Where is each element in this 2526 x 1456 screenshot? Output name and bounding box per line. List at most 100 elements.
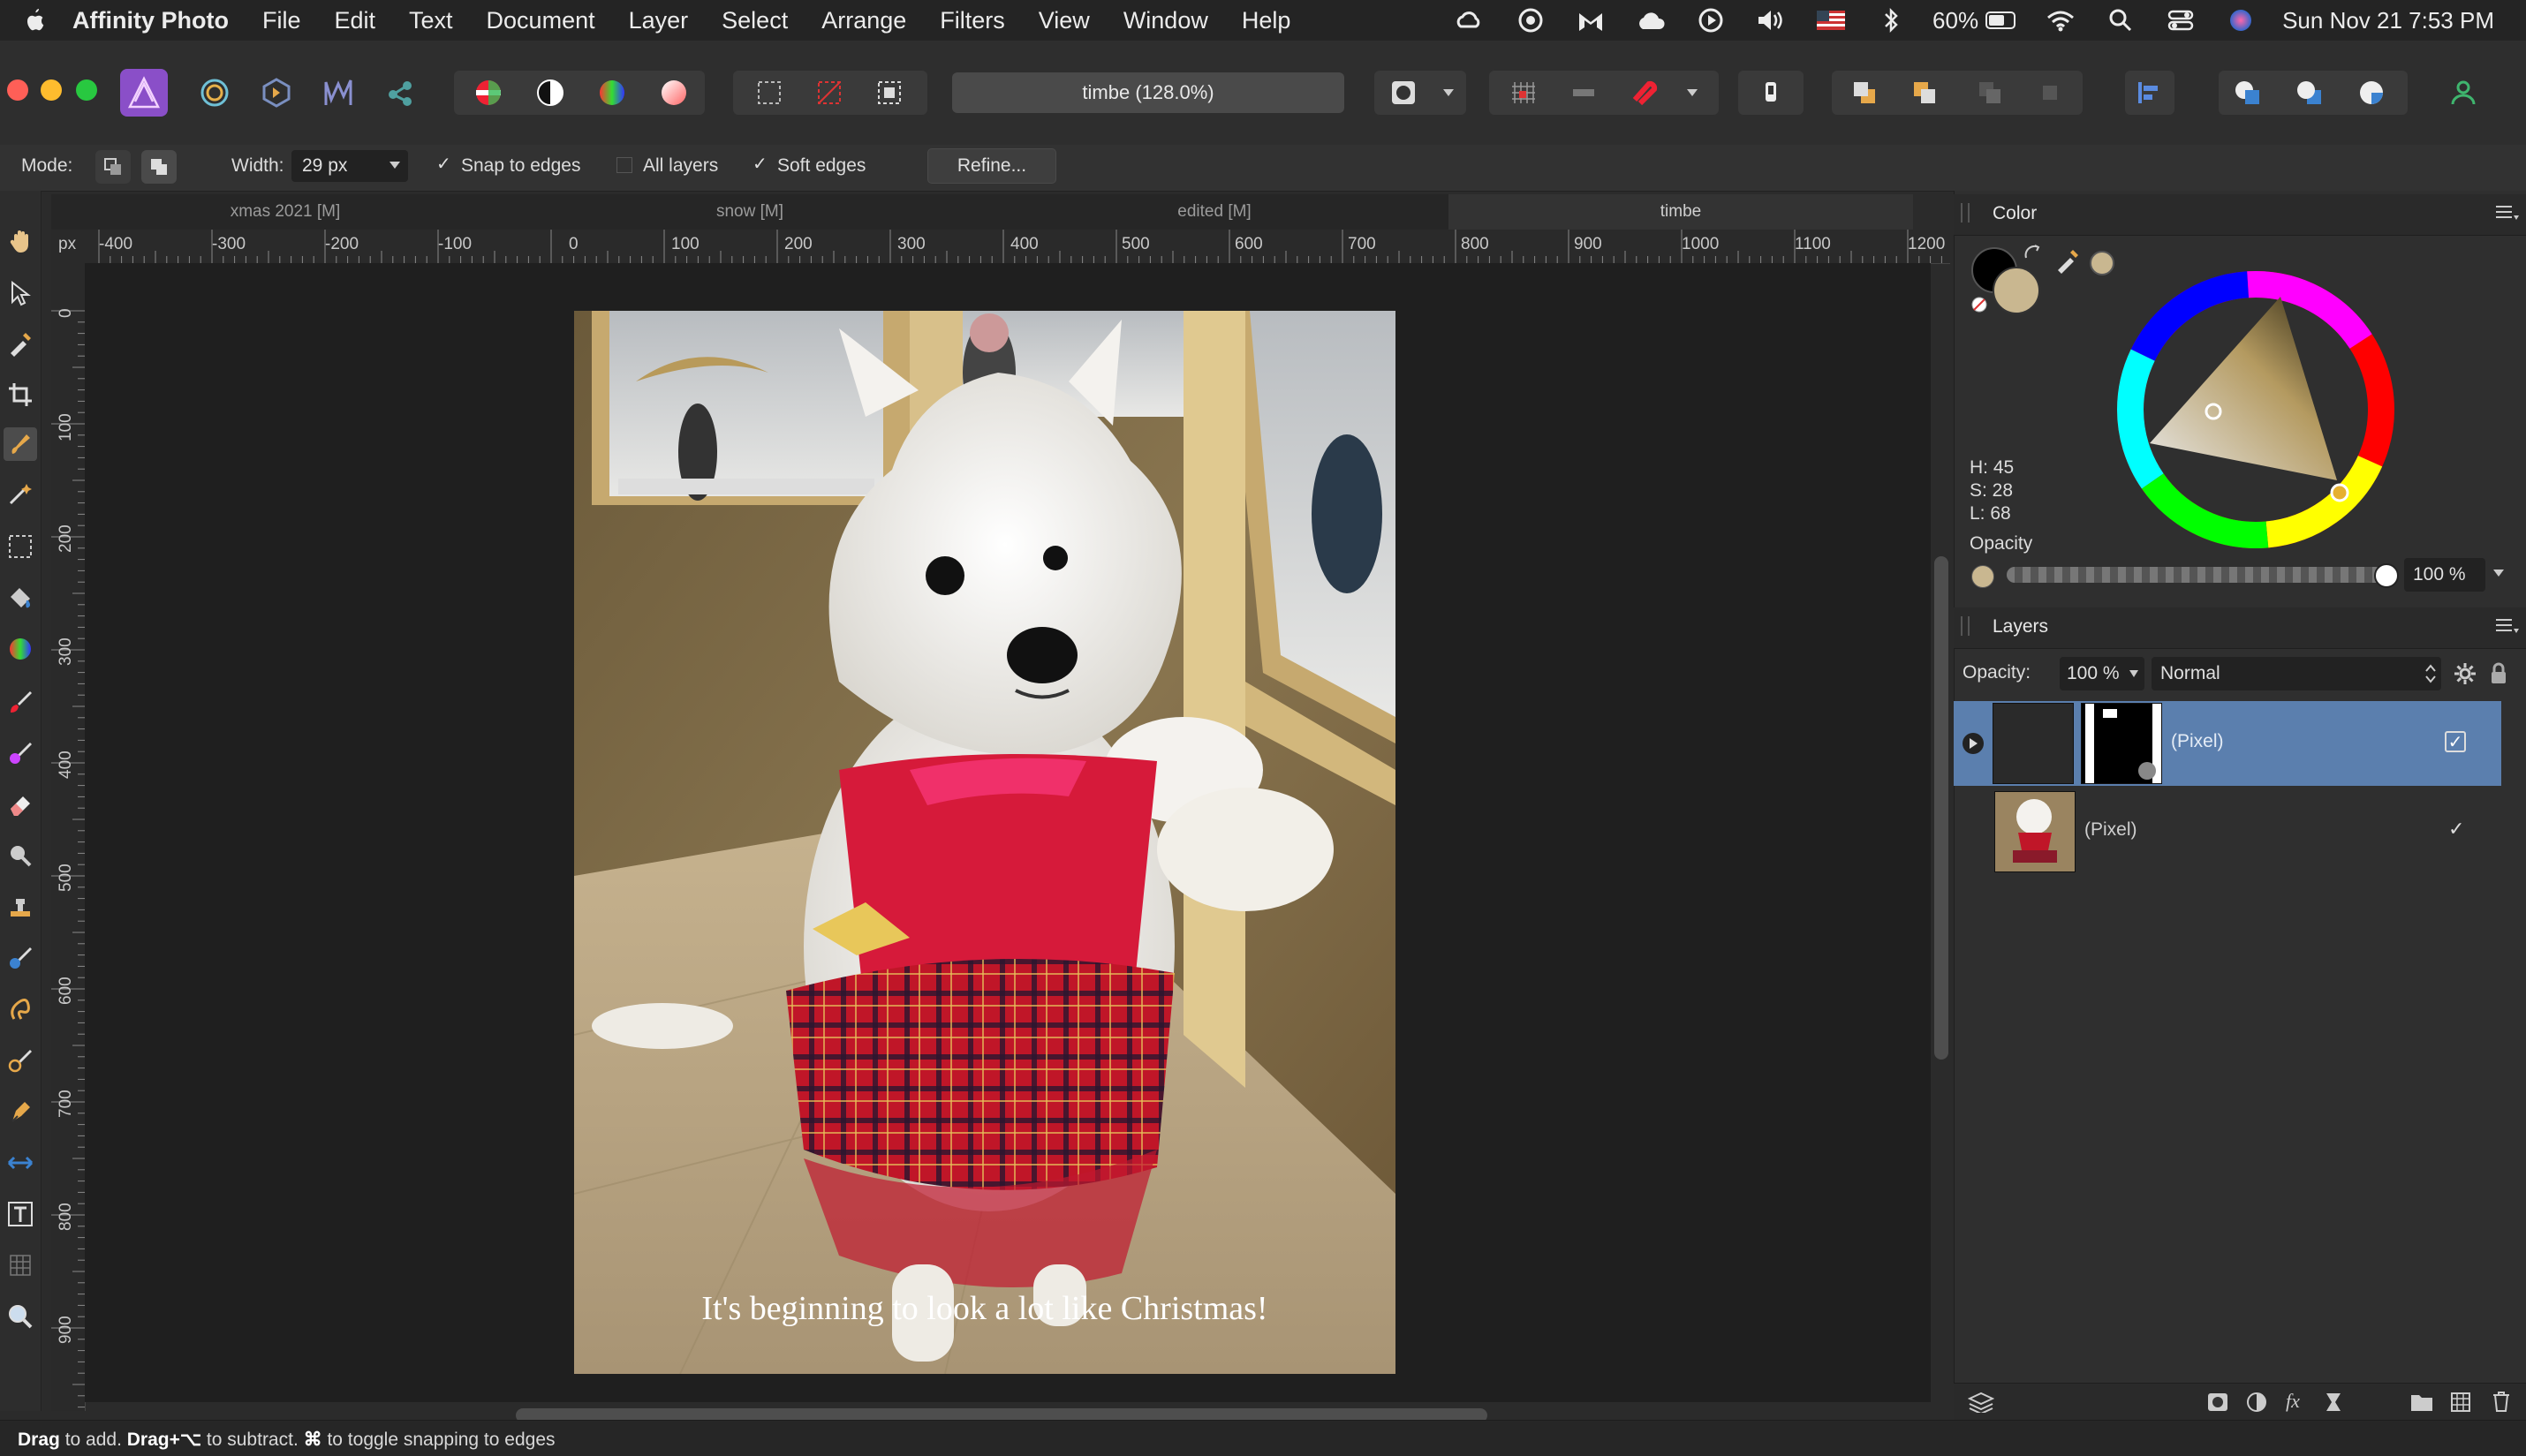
battery-icon[interactable] xyxy=(1985,7,2016,34)
layer-fx-icon[interactable]: fx xyxy=(2284,1390,2310,1413)
window-zoom-button[interactable] xyxy=(76,79,97,101)
menu-edit[interactable]: Edit xyxy=(334,7,375,34)
menu-clock[interactable]: Sun Nov 21 7:53 PM xyxy=(2282,7,2494,34)
layer-name[interactable]: (Pixel) xyxy=(2084,819,2137,841)
layer-lock-icon[interactable] xyxy=(2489,662,2508,685)
panel-menu-icon[interactable] xyxy=(2494,616,2519,636)
deselect-icon[interactable] xyxy=(807,71,851,115)
mode-new-button[interactable] xyxy=(95,150,131,184)
all-layers-checkbox[interactable] xyxy=(616,157,632,173)
menu-text[interactable]: Text xyxy=(409,7,453,34)
assistant-icon[interactable] xyxy=(1749,71,1793,115)
soft-edges-checkbox[interactable]: ✓ xyxy=(753,155,770,173)
opacity-dropdown-icon[interactable] xyxy=(2492,569,2505,577)
erase-tool-icon[interactable] xyxy=(4,788,37,821)
menu-select[interactable]: Select xyxy=(722,7,788,34)
group-layers-icon[interactable] xyxy=(2409,1392,2434,1413)
move-forward-one-icon[interactable] xyxy=(1968,71,2012,115)
add-mask-icon[interactable] xyxy=(2206,1392,2229,1413)
layer-visibility-checkbox[interactable]: ✓ xyxy=(2448,818,2464,841)
auto-colors-icon[interactable] xyxy=(590,71,634,115)
liquify-persona-icon[interactable] xyxy=(193,71,237,115)
menu-arrange[interactable]: Arrange xyxy=(821,7,906,34)
cloud-icon[interactable] xyxy=(1636,7,1666,34)
us-flag-icon[interactable] xyxy=(1816,7,1846,34)
snapping-dropdown-icon[interactable] xyxy=(1675,71,1710,115)
creative-cloud-icon[interactable] xyxy=(1456,7,1486,34)
auto-contrast-icon[interactable] xyxy=(528,71,572,115)
boolean-intersect-icon[interactable] xyxy=(2349,71,2394,115)
layer-thumbnail[interactable] xyxy=(1993,703,2074,784)
snapping-magnet-icon[interactable] xyxy=(1622,71,1666,115)
opacity-slider-thumb[interactable] xyxy=(2374,563,2399,588)
apple-icon[interactable] xyxy=(23,7,46,34)
menu-app-name[interactable]: Affinity Photo xyxy=(72,7,229,34)
guides-snapping-icon[interactable] xyxy=(1562,71,1606,115)
width-dropdown-icon[interactable] xyxy=(389,161,401,170)
swap-colors-icon[interactable] xyxy=(2023,244,2044,265)
opacity-input[interactable]: 100 % xyxy=(2404,558,2485,592)
view-tool-icon[interactable] xyxy=(4,224,37,258)
move-to-front-icon[interactable] xyxy=(2028,71,2072,115)
auto-white-balance-icon[interactable] xyxy=(652,71,696,115)
picked-color-swatch[interactable] xyxy=(2090,251,2114,275)
control-center-icon[interactable] xyxy=(2166,7,2196,34)
zoom-tool-icon[interactable] xyxy=(4,1300,37,1333)
tone-mapping-persona-icon[interactable] xyxy=(316,71,360,115)
blend-mode-select[interactable]: Normal xyxy=(2152,657,2441,690)
layer-mask-thumbnail[interactable] xyxy=(2081,703,2162,784)
layer-settings-gear-icon[interactable] xyxy=(2454,662,2477,685)
auto-levels-icon[interactable] xyxy=(466,71,510,115)
layer-visibility-checkbox[interactable]: ✓ xyxy=(2445,731,2466,752)
dodge-tool-icon[interactable] xyxy=(4,839,37,872)
color-replacement-tool-icon[interactable] xyxy=(4,736,37,770)
add-pixel-layer-icon[interactable] xyxy=(2450,1392,2471,1413)
boolean-subtract-icon[interactable] xyxy=(2288,71,2332,115)
spotlight-search-icon[interactable] xyxy=(2106,7,2136,34)
mesh-grid-tool-icon[interactable] xyxy=(4,1249,37,1282)
mesh-warp-tool-icon[interactable] xyxy=(4,1044,37,1077)
panel-grip-icon[interactable] xyxy=(1961,203,1970,223)
window-close-button[interactable] xyxy=(7,79,28,101)
paint-brush-tool-icon[interactable] xyxy=(4,685,37,719)
fill-color-well[interactable] xyxy=(1993,267,2040,314)
vertical-scrollbar[interactable] xyxy=(1934,556,1948,1060)
tab-timbe[interactable]: timbe xyxy=(1448,194,1913,230)
boolean-add-icon[interactable] xyxy=(2226,71,2270,115)
crop-tool-icon[interactable] xyxy=(4,378,37,411)
layers-panel-tab[interactable]: Layers xyxy=(1993,616,2048,637)
malwarebytes-icon[interactable] xyxy=(1576,7,1606,34)
dog-photo[interactable]: It's beginning to look a lot like Christ… xyxy=(574,311,1395,1374)
move-to-back-icon[interactable] xyxy=(1842,71,1887,115)
menu-layer[interactable]: Layer xyxy=(629,7,689,34)
tab-xmas-2021[interactable]: xmas 2021 [M] xyxy=(51,194,519,230)
blemish-removal-tool-icon[interactable] xyxy=(4,941,37,975)
blend-mode-stepper-icon[interactable] xyxy=(2425,662,2436,685)
color-picker-tool-icon[interactable] xyxy=(4,327,37,360)
user-account-icon[interactable] xyxy=(2441,71,2485,115)
layer-stack-icon[interactable] xyxy=(1968,1392,1994,1413)
tab-snow[interactable]: snow [M] xyxy=(519,194,980,230)
volume-icon[interactable] xyxy=(1756,7,1786,34)
flood-fill-tool-icon[interactable] xyxy=(4,581,37,615)
menu-view[interactable]: View xyxy=(1039,7,1090,34)
marquee-tool-icon[interactable] xyxy=(4,530,37,563)
layer-thumbnail[interactable] xyxy=(1994,791,2076,872)
opacity-slider[interactable] xyxy=(2007,567,2383,583)
select-all-icon[interactable] xyxy=(747,71,791,115)
smudge-tool-icon[interactable] xyxy=(4,992,37,1026)
clone-tool-icon[interactable] xyxy=(4,890,37,924)
menu-window[interactable]: Window xyxy=(1123,7,1208,34)
eyedropper-icon[interactable] xyxy=(2054,247,2081,274)
mode-add-button[interactable] xyxy=(141,150,177,184)
color-wheel[interactable] xyxy=(2116,270,2395,549)
snap-to-edges-checkbox[interactable]: ✓ xyxy=(436,155,454,173)
gradient-tool-icon[interactable] xyxy=(4,632,37,666)
delete-layer-icon[interactable] xyxy=(2491,1390,2512,1413)
bluetooth-icon[interactable] xyxy=(1876,7,1906,34)
live-filter-icon[interactable] xyxy=(2323,1392,2344,1413)
export-persona-icon[interactable] xyxy=(378,71,422,115)
color-panel-tab[interactable]: Color xyxy=(1993,203,2037,224)
layer-name[interactable]: (Pixel) xyxy=(2171,731,2224,752)
play-icon[interactable] xyxy=(1696,7,1726,34)
